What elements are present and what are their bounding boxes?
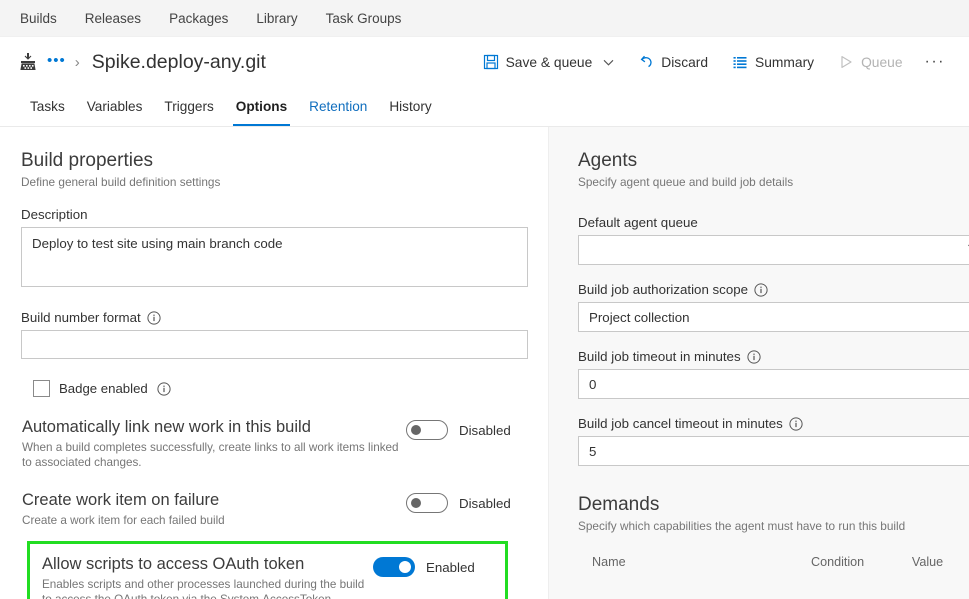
top-navigation-bar: Builds Releases Packages Library Task Gr… — [0, 0, 969, 37]
breadcrumb: ••• › Spike.deploy-any.git — [18, 51, 266, 74]
cancel-timeout-input[interactable] — [578, 436, 969, 466]
info-icon[interactable] — [147, 311, 161, 325]
topnav-item-library[interactable]: Library — [256, 0, 297, 37]
auto-link-work-row: Automatically link new work in this buil… — [21, 417, 528, 470]
chevron-down-icon[interactable] — [603, 57, 614, 68]
undo-icon — [638, 54, 654, 70]
auth-scope-input[interactable] — [578, 302, 969, 332]
queue-label: Queue — [861, 55, 902, 70]
default-agent-queue-group: Default agent queue — [578, 215, 969, 265]
oauth-token-highlight-annotation: Allow scripts to access OAuth token Enab… — [27, 541, 508, 599]
discard-button[interactable]: Discard — [626, 48, 720, 76]
auto-link-work-state: Disabled — [459, 423, 511, 438]
tab-retention[interactable]: Retention — [298, 87, 378, 126]
demands-subheading: Specify which capabilities the agent mus… — [578, 519, 969, 533]
topnav-item-packages[interactable]: Packages — [169, 0, 228, 37]
build-properties-subheading: Define general build definition settings — [21, 175, 528, 189]
default-agent-queue-label: Default agent queue — [578, 215, 969, 230]
command-bar: ••• › Spike.deploy-any.git Save & queue — [0, 37, 969, 87]
options-content: Build properties Define general build de… — [0, 127, 969, 599]
description-label: Description — [21, 207, 528, 222]
topnav-item-builds[interactable]: Builds — [20, 0, 57, 37]
tab-triggers[interactable]: Triggers — [153, 87, 224, 126]
job-timeout-group: Build job timeout in minutes — [578, 349, 969, 399]
auto-link-work-title: Automatically link new work in this buil… — [22, 417, 406, 438]
cancel-timeout-label-text: Build job cancel timeout in minutes — [578, 416, 783, 431]
info-icon[interactable] — [754, 283, 768, 297]
summary-label: Summary — [755, 55, 814, 70]
description-field-group: Description — [21, 207, 528, 292]
info-icon[interactable] — [747, 350, 761, 364]
badge-enabled-label: Badge enabled — [59, 381, 148, 396]
save-and-queue-button[interactable]: Save & queue — [471, 48, 627, 76]
definition-tabs: Tasks Variables Triggers Options Retenti… — [0, 87, 969, 127]
agents-subheading: Specify agent queue and build job detail… — [578, 175, 969, 189]
agents-heading: Agents — [578, 149, 969, 173]
tab-history[interactable]: History — [378, 87, 442, 126]
cancel-timeout-group: Build job cancel timeout in minutes — [578, 416, 969, 466]
default-agent-queue-select[interactable] — [578, 235, 969, 265]
page-title: Spike.deploy-any.git — [92, 51, 266, 74]
build-number-format-group: Build number format — [21, 310, 528, 359]
agents-pane: Agents Specify agent queue and build job… — [548, 127, 969, 599]
save-icon — [483, 54, 499, 70]
more-actions-button[interactable]: ··· — [915, 48, 955, 76]
tab-tasks[interactable]: Tasks — [19, 87, 76, 126]
auth-scope-group: Build job authorization scope — [578, 282, 969, 332]
info-icon[interactable] — [789, 417, 803, 431]
demands-section: Demands Specify which capabilities the a… — [578, 493, 969, 533]
build-properties-heading: Build properties — [21, 149, 528, 173]
oauth-token-description: Enables scripts and other processes laun… — [42, 577, 373, 599]
play-icon — [838, 54, 854, 70]
oauth-token-toggle[interactable] — [373, 557, 415, 577]
job-timeout-label-text: Build job timeout in minutes — [578, 349, 741, 364]
create-work-item-toggle[interactable] — [406, 493, 448, 513]
build-number-format-label-text: Build number format — [21, 310, 141, 325]
breadcrumb-separator-icon: › — [75, 54, 80, 71]
queue-button: Queue — [826, 48, 914, 76]
job-timeout-label: Build job timeout in minutes — [578, 349, 969, 364]
build-properties-pane: Build properties Define general build de… — [0, 127, 548, 599]
save-and-queue-label: Save & queue — [506, 55, 593, 70]
auth-scope-label: Build job authorization scope — [578, 282, 969, 297]
create-work-item-row: Create work item on failure Create a wor… — [21, 490, 528, 528]
badge-enabled-row: Badge enabled — [33, 380, 528, 397]
job-timeout-input[interactable] — [578, 369, 969, 399]
build-definition-icon — [18, 52, 38, 72]
auto-link-work-description: When a build completes successfully, cre… — [22, 440, 406, 470]
info-icon[interactable] — [157, 382, 171, 396]
tab-options[interactable]: Options — [225, 87, 298, 126]
cancel-timeout-label: Build job cancel timeout in minutes — [578, 416, 969, 431]
demands-column-name: Name — [592, 555, 811, 569]
topnav-item-releases[interactable]: Releases — [85, 0, 141, 37]
build-number-format-label: Build number format — [21, 310, 528, 325]
create-work-item-title: Create work item on failure — [22, 490, 406, 511]
oauth-token-title: Allow scripts to access OAuth token — [42, 554, 373, 575]
auth-scope-label-text: Build job authorization scope — [578, 282, 748, 297]
tab-variables[interactable]: Variables — [76, 87, 154, 126]
auto-link-work-toggle[interactable] — [406, 420, 448, 440]
create-work-item-description: Create a work item for each failed build — [22, 513, 406, 528]
breadcrumb-overflow-button[interactable]: ••• — [47, 53, 66, 72]
oauth-token-row: Allow scripts to access OAuth token Enab… — [41, 554, 495, 599]
description-input[interactable] — [21, 227, 528, 287]
demands-column-condition: Condition — [811, 555, 912, 569]
demands-heading: Demands — [578, 493, 969, 517]
command-bar-actions: Save & queue Discard — [471, 48, 955, 76]
demands-table-header: Name Condition Value — [578, 555, 969, 569]
summary-button[interactable]: Summary — [720, 48, 826, 76]
topnav-item-task-groups[interactable]: Task Groups — [326, 0, 402, 37]
badge-enabled-checkbox[interactable] — [33, 380, 50, 397]
discard-label: Discard — [661, 55, 708, 70]
demands-column-value: Value — [912, 555, 969, 569]
oauth-token-state: Enabled — [426, 560, 475, 575]
create-work-item-state: Disabled — [459, 496, 511, 511]
build-number-format-input[interactable] — [21, 330, 528, 359]
summary-list-icon — [732, 54, 748, 70]
